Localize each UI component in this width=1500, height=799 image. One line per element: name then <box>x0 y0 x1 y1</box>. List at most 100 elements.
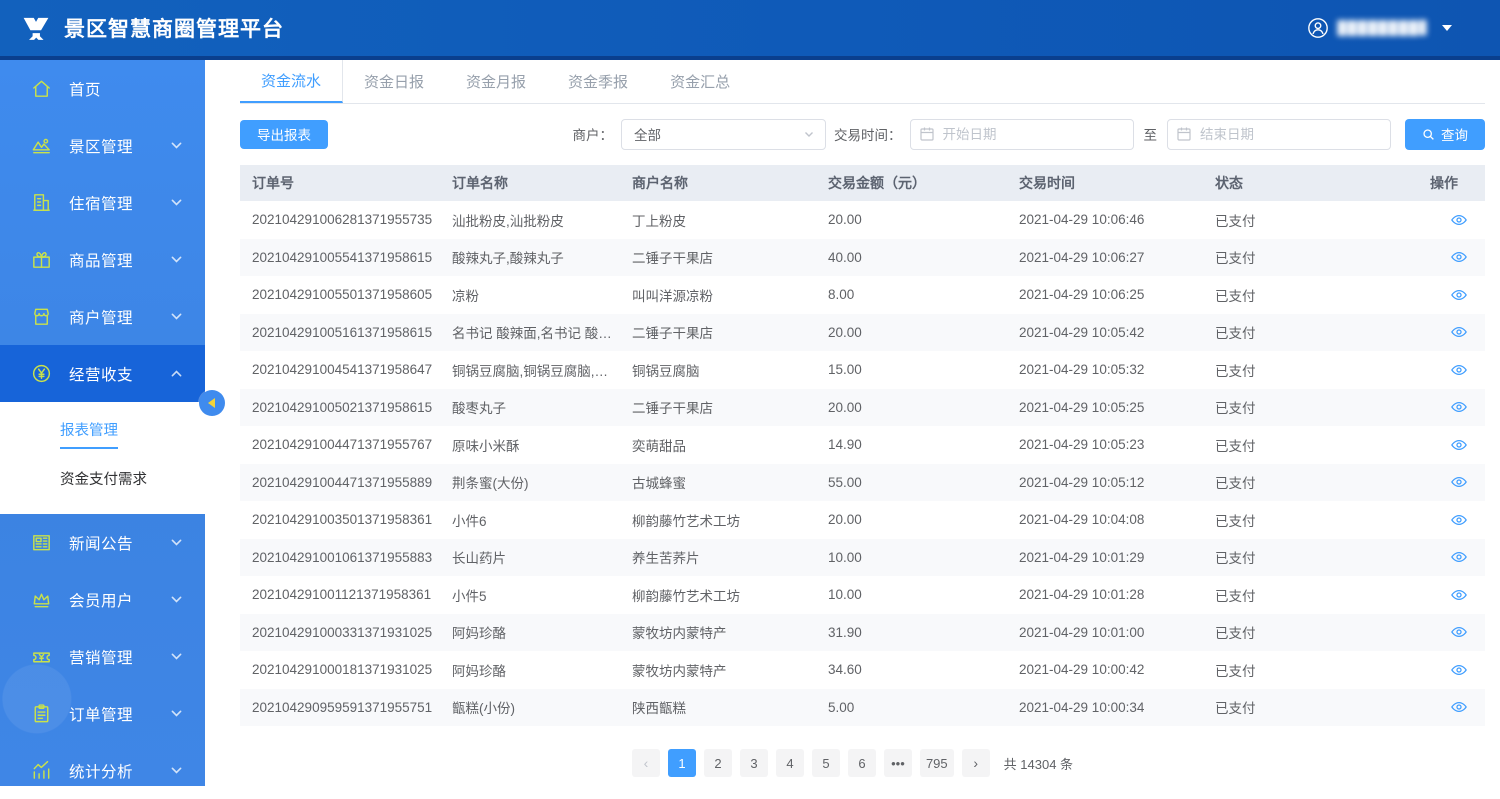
sidebar-item-label: 会员用户 <box>69 589 133 611</box>
order-no: 202104291000331371931025 <box>252 625 452 640</box>
merchant-name: 二锤子干果店 <box>632 322 828 342</box>
submenu-item[interactable]: 资金支付需求 <box>0 456 205 500</box>
order-no: 202104291006281371955735 <box>252 212 452 227</box>
trade-time: 2021-04-29 10:05:23 <box>1019 437 1215 452</box>
sidebar-item-6[interactable]: 经营收支 <box>0 345 205 402</box>
chevron-down-icon <box>1442 25 1452 31</box>
next-page-button[interactable]: › <box>962 749 990 777</box>
view-detail-eye-icon[interactable] <box>1450 323 1468 341</box>
sidebar-item-11[interactable]: 统计分析 <box>0 742 205 799</box>
orders-table: 订单号订单名称商户名称交易金额（元）交易时间状态操作 2021042910062… <box>240 165 1485 726</box>
sidebar-item-5[interactable]: 商户管理 <box>0 288 205 345</box>
view-detail-eye-icon[interactable] <box>1450 286 1468 304</box>
status-text: 已支付 <box>1215 585 1430 605</box>
submenu: 报表管理资金支付需求 <box>0 402 205 514</box>
chevron-up-icon <box>170 367 183 380</box>
view-detail-eye-icon[interactable] <box>1450 623 1468 641</box>
operation-cell <box>1430 511 1488 529</box>
merchant-name: 古城蜂蜜 <box>632 472 828 492</box>
merchant-select-value: 全部 <box>634 124 661 144</box>
pagination-ellipsis[interactable]: ••• <box>884 749 912 777</box>
order-no: 202104291001061371955883 <box>252 550 452 565</box>
sidebar-item-3[interactable]: 住宿管理 <box>0 174 205 231</box>
operation-cell <box>1430 211 1488 229</box>
sidebar-item-9[interactable]: 营销管理 <box>0 628 205 685</box>
table-row: 202104291005501371958605凉粉叫叫洋源凉粉8.002021… <box>240 276 1485 314</box>
column-header: 交易时间 <box>1019 173 1215 193</box>
order-no: 202104291003501371958361 <box>252 512 452 527</box>
page-button-2[interactable]: 2 <box>704 749 732 777</box>
view-detail-eye-icon[interactable] <box>1450 661 1468 679</box>
order-no: 202104290959591371955751 <box>252 700 452 715</box>
tab-5[interactable]: 资金汇总 <box>649 60 751 103</box>
amount: 10.00 <box>828 550 1019 565</box>
status-text: 已支付 <box>1215 285 1430 305</box>
user-menu[interactable]: ████████▊ <box>1307 17 1500 39</box>
page-button-6[interactable]: 6 <box>848 749 876 777</box>
trade-time: 2021-04-29 10:06:25 <box>1019 287 1215 302</box>
table-row: 202104291005541371958615酸辣丸子,酸辣丸子二锤子干果店4… <box>240 239 1485 277</box>
view-detail-eye-icon[interactable] <box>1450 361 1468 379</box>
view-detail-eye-icon[interactable] <box>1450 548 1468 566</box>
page-button-1[interactable]: 1 <box>668 749 696 777</box>
sidebar-item-label: 商户管理 <box>69 306 133 328</box>
sidebar-item-2[interactable]: 景区管理 <box>0 117 205 174</box>
calendar-icon <box>1176 126 1192 142</box>
status-text: 已支付 <box>1215 397 1430 417</box>
tab-2[interactable]: 资金日报 <box>343 60 445 103</box>
operation-cell <box>1430 623 1488 641</box>
column-header: 操作 <box>1430 173 1488 193</box>
sidebar-item-10[interactable]: 订单管理 <box>0 685 205 742</box>
page-button-4[interactable]: 4 <box>776 749 804 777</box>
export-report-button[interactable]: 导出报表 <box>240 120 328 149</box>
end-date-input[interactable] <box>1167 119 1391 150</box>
scenic-icon <box>30 134 54 158</box>
tab-3[interactable]: 资金月报 <box>445 60 547 103</box>
tab-4[interactable]: 资金季报 <box>547 60 649 103</box>
submenu-item[interactable]: 报表管理 <box>0 412 205 456</box>
chevron-down-icon <box>170 707 183 720</box>
sidebar-item-7[interactable]: 新闻公告 <box>0 514 205 571</box>
view-detail-eye-icon[interactable] <box>1450 211 1468 229</box>
view-detail-eye-icon[interactable] <box>1450 698 1468 716</box>
view-detail-eye-icon[interactable] <box>1450 473 1468 491</box>
table-row: 202104291004541371958647铜锅豆腐脑,铜锅豆腐脑,铜锅..… <box>240 351 1485 389</box>
sidebar-item-label: 订单管理 <box>69 703 133 725</box>
chevron-down-icon <box>170 196 183 209</box>
start-date-input[interactable] <box>910 119 1134 150</box>
order-name: 汕批粉皮,汕批粉皮 <box>452 210 632 230</box>
view-detail-eye-icon[interactable] <box>1450 586 1468 604</box>
view-detail-eye-icon[interactable] <box>1450 398 1468 416</box>
sidebar-collapse-button[interactable] <box>199 390 225 416</box>
search-icon <box>1422 128 1435 141</box>
sidebar-item-4[interactable]: 商品管理 <box>0 231 205 288</box>
table-header-row: 订单号订单名称商户名称交易金额（元）交易时间状态操作 <box>240 165 1485 201</box>
sidebar-item-1[interactable]: 首页 <box>0 60 205 117</box>
page-button-5[interactable]: 5 <box>812 749 840 777</box>
column-header: 订单号 <box>252 173 452 193</box>
order-no: 202104291004471371955889 <box>252 475 452 490</box>
trade-time: 2021-04-29 10:06:46 <box>1019 212 1215 227</box>
view-detail-eye-icon[interactable] <box>1450 436 1468 454</box>
query-button[interactable]: 查询 <box>1405 119 1485 150</box>
submenu-item-label: 报表管理 <box>60 419 118 449</box>
member-icon <box>30 588 54 612</box>
stats-icon <box>30 759 54 783</box>
tab-1[interactable]: 资金流水 <box>240 60 343 103</box>
view-detail-eye-icon[interactable] <box>1450 248 1468 266</box>
amount: 20.00 <box>828 512 1019 527</box>
chevron-down-icon <box>170 253 183 266</box>
page-button-3[interactable]: 3 <box>740 749 768 777</box>
merchant-select[interactable]: 全部 <box>621 119 826 150</box>
trade-time: 2021-04-29 10:05:25 <box>1019 400 1215 415</box>
lodging-icon <box>30 191 54 215</box>
page-button-795[interactable]: 795 <box>920 749 954 777</box>
view-detail-eye-icon[interactable] <box>1450 511 1468 529</box>
sidebar: 首页景区管理住宿管理商品管理商户管理经营收支报表管理资金支付需求新闻公告会员用户… <box>0 60 205 786</box>
chevron-down-icon <box>170 764 183 777</box>
prev-page-button[interactable]: ‹ <box>632 749 660 777</box>
operation-cell <box>1430 436 1488 454</box>
status-text: 已支付 <box>1215 360 1430 380</box>
sidebar-item-8[interactable]: 会员用户 <box>0 571 205 628</box>
amount: 5.00 <box>828 700 1019 715</box>
